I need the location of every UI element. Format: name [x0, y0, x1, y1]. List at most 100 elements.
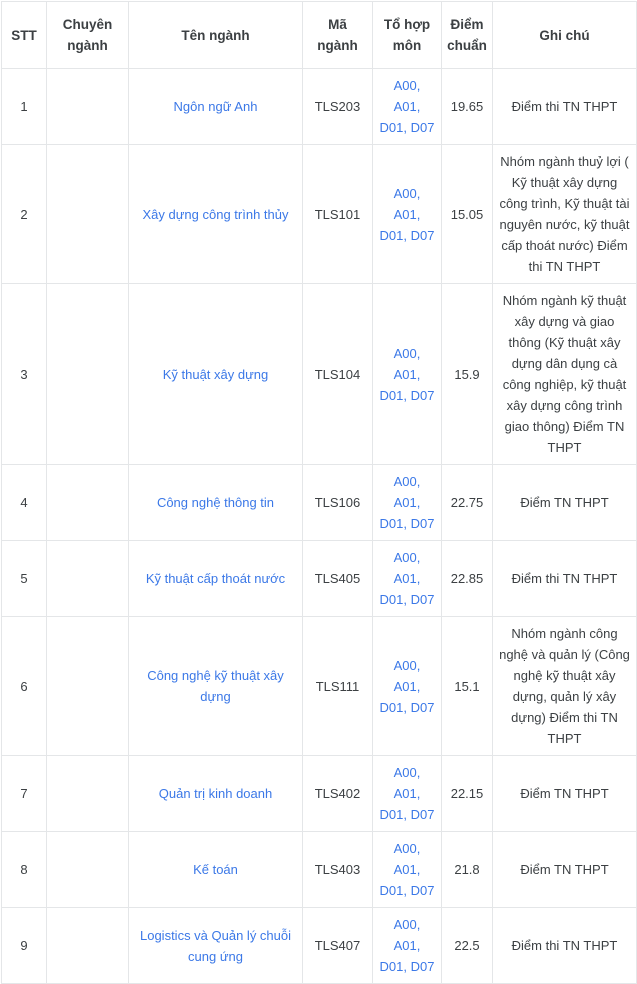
cell-to-hop-mon[interactable]: A00, A01, D01, D07 [372, 68, 442, 145]
cell-ten-nganh-text[interactable]: Kỹ thuật xây dựng [163, 367, 269, 382]
cell-ma-nganh: TLS111 [302, 616, 373, 756]
cell-ten-nganh[interactable]: Kỹ thuật xây dựng [128, 283, 303, 465]
cell-ten-nganh-text[interactable]: Ngôn ngữ Anh [174, 99, 258, 114]
column-header-stt: STT [1, 1, 47, 69]
cell-stt: 5 [1, 540, 47, 617]
cell-ten-nganh[interactable]: Công nghệ kỹ thuật xây dựng [128, 616, 303, 756]
cell-stt-text: 3 [20, 366, 28, 382]
table-body: 1 Ngôn ngữ Anh TLS203 A00, A01, D01, D07 19.… [1, 68, 637, 984]
cell-ten-nganh[interactable]: Xây dựng công trình thủy [128, 144, 303, 284]
cell-ma-nganh: TLS407 [302, 907, 373, 984]
cell-diem-chuan: 15.1 [441, 616, 493, 756]
cell-to-hop-mon-text[interactable]: A00, A01, D01, D07 [380, 474, 435, 531]
table-row: 8 Kế toán TLS403 A00, A01, D01, D07 21.8 Điểm… [1, 831, 637, 908]
cell-stt-text: 7 [20, 786, 28, 801]
cell-to-hop-mon[interactable]: A00, A01, D01, D07 [372, 616, 442, 756]
cell-ghi-chu-text: Điểm thi TN THPT [511, 99, 618, 114]
cell-ma-nganh-text: TLS104 [314, 366, 361, 382]
cell-to-hop-mon-text[interactable]: A00, A01, D01, D07 [380, 917, 435, 974]
cell-ma-nganh-text: TLS405 [314, 571, 361, 586]
cell-ten-nganh-text[interactable]: Xây dựng công trình thủy [142, 207, 288, 222]
cell-stt: 8 [1, 831, 47, 908]
cell-ten-nganh-text[interactable]: Công nghệ kỹ thuật xây dựng [147, 668, 284, 704]
cell-chuyen-nganh [46, 68, 129, 145]
column-header-ma-nganh: Mã ngành [302, 1, 373, 69]
cell-chuyen-nganh [46, 540, 129, 617]
cell-ma-nganh-text: TLS111 [315, 678, 360, 694]
cell-stt-text: 5 [20, 571, 28, 586]
cell-stt-text: 6 [20, 678, 28, 694]
cell-ten-nganh-text[interactable]: Kỹ thuật cấp thoát nước [146, 571, 285, 586]
cell-ten-nganh[interactable]: Logistics và Quản lý chuỗi cung ứng [128, 907, 303, 984]
table-row: 3 Kỹ thuật xây dựng TLS104 A00, A01, D01, D… [1, 283, 637, 465]
cell-to-hop-mon[interactable]: A00, A01, D01, D07 [372, 831, 442, 908]
cell-stt: 4 [1, 464, 47, 541]
cell-chuyen-nganh [46, 755, 129, 832]
cell-chuyen-nganh [46, 907, 129, 984]
cell-diem-chuan-text: 22.75 [450, 495, 484, 510]
cell-to-hop-mon[interactable]: A00, A01, D01, D07 [372, 144, 442, 284]
cell-to-hop-mon-text[interactable]: A00, A01, D01, D07 [380, 841, 435, 898]
cell-ghi-chu-text: Nhóm ngành công nghệ và quản lý (Công ng… [499, 626, 630, 746]
cell-ten-nganh[interactable]: Kỹ thuật cấp thoát nước [128, 540, 303, 617]
cell-to-hop-mon-text[interactable]: A00, A01, D01, D07 [380, 550, 435, 607]
column-header-chuyen-nganh: Chuyên ngành [46, 1, 129, 69]
cell-diem-chuan-text: 22.15 [450, 786, 484, 801]
cell-ma-nganh-text: TLS101 [314, 206, 361, 222]
cell-ten-nganh-text[interactable]: Quản trị kinh doanh [159, 786, 272, 801]
cell-ghi-chu-text: Nhóm ngành thuỷ lợi ( Kỹ thuật xây dựng … [499, 154, 630, 274]
cell-ghi-chu-text: Điểm TN THPT [520, 786, 609, 801]
cell-stt-text: 4 [20, 495, 28, 510]
cell-to-hop-mon-text[interactable]: A00, A01, D01, D07 [380, 346, 435, 403]
cell-ghi-chu-text: Điểm thi TN THPT [511, 571, 618, 586]
benchmark-score-table-container: STT Chuyên ngành Tên ngành Mã ngành Tổ h… [0, 0, 637, 984]
cell-ghi-chu-text: Nhóm ngành kỹ thuật xây dựng và giao thô… [502, 293, 627, 455]
cell-ghi-chu: Điểm thi TN THPT [492, 68, 637, 145]
cell-to-hop-mon[interactable]: A00, A01, D01, D07 [372, 464, 442, 541]
column-header-ten-nganh: Tên ngành [128, 1, 303, 69]
cell-ma-nganh: TLS203 [302, 68, 373, 145]
cell-diem-chuan: 15.9 [441, 283, 493, 465]
cell-to-hop-mon-text[interactable]: A00, A01, D01, D07 [380, 765, 435, 822]
cell-stt: 2 [1, 144, 47, 284]
cell-ma-nganh-text: TLS407 [314, 938, 361, 953]
cell-diem-chuan: 15.05 [441, 144, 493, 284]
table-row: 4 Công nghệ thông tin TLS106 A00, A01, D01,… [1, 464, 637, 541]
cell-ten-nganh-text[interactable]: Kế toán [193, 862, 238, 877]
cell-ghi-chu-text: Điểm TN THPT [520, 862, 609, 877]
cell-diem-chuan: 22.5 [441, 907, 493, 984]
cell-ma-nganh: TLS106 [302, 464, 373, 541]
cell-to-hop-mon[interactable]: A00, A01, D01, D07 [372, 755, 442, 832]
cell-ten-nganh[interactable]: Ngôn ngữ Anh [128, 68, 303, 145]
cell-ten-nganh[interactable]: Công nghệ thông tin [128, 464, 303, 541]
cell-ghi-chu: Nhóm ngành kỹ thuật xây dựng và giao thô… [492, 283, 637, 465]
cell-ten-nganh[interactable]: Quản trị kinh doanh [128, 755, 303, 832]
cell-ma-nganh: TLS405 [302, 540, 373, 617]
cell-to-hop-mon[interactable]: A00, A01, D01, D07 [372, 540, 442, 617]
cell-ten-nganh-text[interactable]: Logistics và Quản lý chuỗi cung ứng [140, 928, 291, 964]
cell-ma-nganh-text: TLS403 [314, 862, 361, 877]
cell-diem-chuan: 22.15 [441, 755, 493, 832]
cell-to-hop-mon-text[interactable]: A00, A01, D01, D07 [380, 78, 435, 135]
cell-ghi-chu: Điểm TN THPT [492, 755, 637, 832]
cell-to-hop-mon[interactable]: A00, A01, D01, D07 [372, 283, 442, 465]
cell-ma-nganh: TLS104 [302, 283, 373, 465]
cell-ten-nganh[interactable]: Kế toán [128, 831, 303, 908]
cell-stt: 3 [1, 283, 47, 465]
cell-ten-nganh-text[interactable]: Công nghệ thông tin [157, 495, 274, 510]
cell-chuyen-nganh [46, 144, 129, 284]
benchmark-score-table: STT Chuyên ngành Tên ngành Mã ngành Tổ h… [1, 1, 637, 984]
cell-ghi-chu: Nhóm ngành công nghệ và quản lý (Công ng… [492, 616, 637, 756]
cell-ma-nganh-text: TLS106 [314, 495, 361, 510]
cell-to-hop-mon-text[interactable]: A00, A01, D01, D07 [380, 186, 435, 243]
cell-to-hop-mon[interactable]: A00, A01, D01, D07 [372, 907, 442, 984]
cell-ma-nganh: TLS402 [302, 755, 373, 832]
cell-ma-nganh: TLS101 [302, 144, 373, 284]
column-header-ghi-chu: Ghi chú [492, 1, 637, 69]
cell-chuyen-nganh [46, 831, 129, 908]
cell-ma-nganh: TLS403 [302, 831, 373, 908]
cell-ghi-chu: Điểm thi TN THPT [492, 540, 637, 617]
column-header-diem-chuan: Điểm chuẩn [441, 1, 493, 69]
cell-to-hop-mon-text[interactable]: A00, A01, D01, D07 [380, 658, 435, 715]
table-header: STT Chuyên ngành Tên ngành Mã ngành Tổ h… [1, 1, 637, 69]
